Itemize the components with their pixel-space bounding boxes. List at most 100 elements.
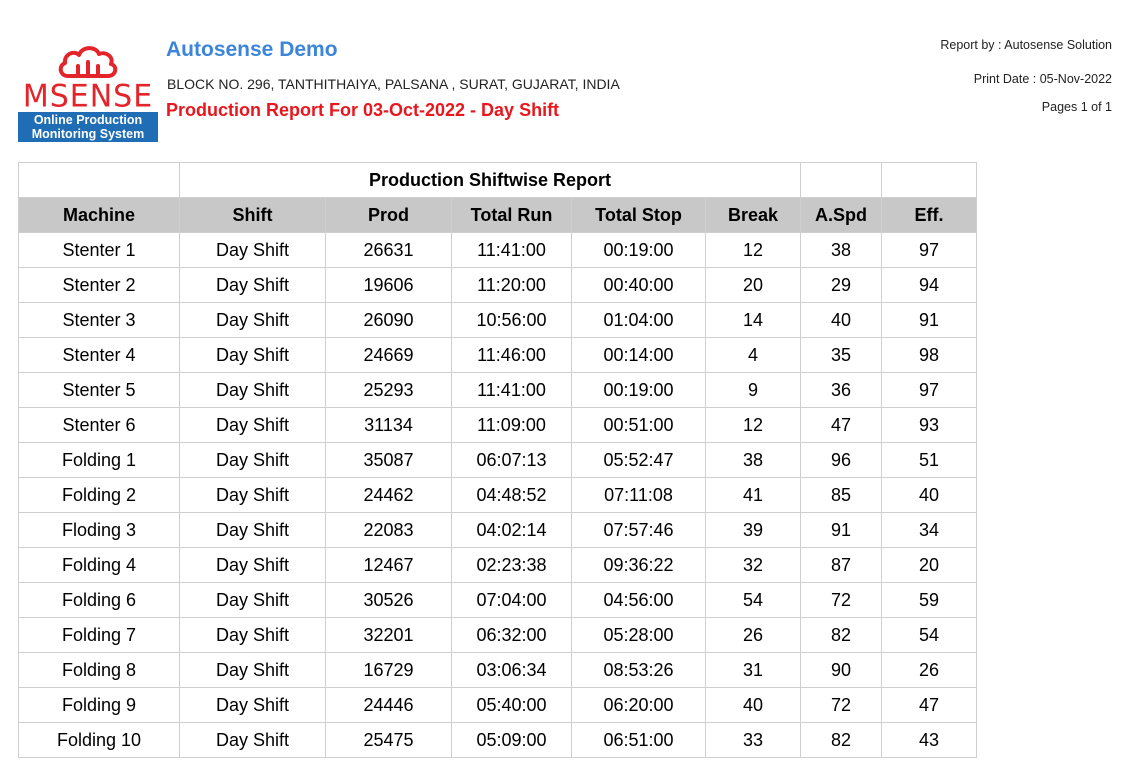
brand-tagline-line1: Online Production <box>33 113 143 127</box>
shift-cell: Day Shift <box>179 372 326 408</box>
break-cell: 14 <box>704 302 802 338</box>
avg-speed-cell: 91 <box>800 512 883 548</box>
total-stop-cell: 09:36:22 <box>571 547 706 583</box>
machine-cell: Stenter 1 <box>18 232 180 268</box>
efficiency-cell: 93 <box>881 407 978 443</box>
shift-cell: Day Shift <box>179 407 326 443</box>
prod-cell: 24669 <box>325 337 452 373</box>
table-row: Folding 10 Day Shift 25475 05:09:00 06:51:00… <box>18 722 978 758</box>
total-stop-cell: 00:40:00 <box>571 267 706 303</box>
machine-cell: Folding 6 <box>18 582 180 618</box>
shift-cell: Day Shift <box>179 302 326 338</box>
prod-cell: 12467 <box>325 547 452 583</box>
break-cell: 40 <box>704 687 802 723</box>
avg-speed-cell: 90 <box>800 652 883 688</box>
efficiency-cell: 34 <box>881 512 978 548</box>
table-row: Folding 4 Day Shift 12467 02:23:38 09:36:22 3… <box>18 547 978 583</box>
prod-cell: 24462 <box>325 477 452 513</box>
total-run-cell: 11:46:00 <box>451 337 572 373</box>
company-name: Autosense Demo <box>166 38 338 61</box>
table-caption: Production Shiftwise Report <box>178 162 802 198</box>
table-row: Stenter 6 Day Shift 31134 11:09:00 00:51:00 1… <box>18 407 978 443</box>
print-date: Print Date : 05-Nov-2022 <box>973 72 1112 86</box>
machine-cell: Stenter 4 <box>18 337 180 373</box>
break-cell: 31 <box>704 652 802 688</box>
column-header-total-run: Total Run <box>451 197 572 233</box>
table-row: Folding 2 Day Shift 24462 04:48:52 07:11:08 4… <box>18 477 978 513</box>
machine-cell: Folding 8 <box>18 652 180 688</box>
prod-cell: 26631 <box>325 232 452 268</box>
break-cell: 26 <box>704 617 802 653</box>
company-logo: MSENSE Online Production Monitoring Syst… <box>16 40 160 144</box>
total-run-cell: 11:09:00 <box>451 407 572 443</box>
table-row: Folding 8 Day Shift 16729 03:06:34 08:53:26 3… <box>18 652 978 688</box>
total-stop-cell: 00:19:00 <box>571 232 706 268</box>
table-row: Folding 7 Day Shift 32201 06:32:00 05:28:00 2… <box>18 617 978 653</box>
company-address: BLOCK NO. 296, TANTHITHAIYA, PALSANA , S… <box>167 76 620 92</box>
prod-cell: 35087 <box>325 442 452 478</box>
machine-cell: Floding 3 <box>18 512 180 548</box>
efficiency-cell: 54 <box>881 617 978 653</box>
column-header-prod: Prod <box>325 197 452 233</box>
machine-cell: Folding 10 <box>18 722 180 758</box>
total-run-cell: 02:23:38 <box>451 547 572 583</box>
machine-cell: Folding 7 <box>18 617 180 653</box>
prod-cell: 26090 <box>325 302 452 338</box>
table-row: Stenter 3 Day Shift 26090 10:56:00 01:04:00 1… <box>18 302 978 338</box>
shift-cell: Day Shift <box>179 722 326 758</box>
total-stop-cell: 00:19:00 <box>571 372 706 408</box>
prod-cell: 25475 <box>325 722 452 758</box>
break-cell: 4 <box>704 337 802 373</box>
efficiency-cell: 94 <box>881 267 978 303</box>
brand-tagline: Online Production Monitoring System <box>18 112 158 142</box>
efficiency-cell: 20 <box>881 547 978 583</box>
table-header-row: Machine Shift Prod Total Run Total Stop … <box>18 197 978 233</box>
break-cell: 41 <box>704 477 802 513</box>
prod-cell: 22083 <box>325 512 452 548</box>
break-cell: 12 <box>704 407 802 443</box>
total-stop-cell: 05:52:47 <box>571 442 706 478</box>
total-stop-cell: 01:04:00 <box>571 302 706 338</box>
prod-cell: 25293 <box>325 372 452 408</box>
machine-cell: Stenter 6 <box>18 407 180 443</box>
total-run-cell: 06:32:00 <box>451 617 572 653</box>
machine-cell: Folding 2 <box>18 477 180 513</box>
table-row: Stenter 1 Day Shift 26631 11:41:00 00:19:00 1… <box>18 232 978 268</box>
shift-cell: Day Shift <box>179 442 326 478</box>
break-cell: 20 <box>704 267 802 303</box>
efficiency-cell: 26 <box>881 652 978 688</box>
efficiency-cell: 40 <box>881 477 978 513</box>
shift-cell: Day Shift <box>179 267 326 303</box>
avg-speed-cell: 35 <box>800 337 883 373</box>
avg-speed-cell: 29 <box>800 267 883 303</box>
total-run-cell: 03:06:34 <box>451 652 572 688</box>
shift-cell: Day Shift <box>179 512 326 548</box>
shift-cell: Day Shift <box>179 547 326 583</box>
total-stop-cell: 05:28:00 <box>571 617 706 653</box>
efficiency-cell: 97 <box>881 232 978 268</box>
total-run-cell: 07:04:00 <box>451 582 572 618</box>
table-row: Folding 9 Day Shift 24446 05:40:00 06:20:00 4… <box>18 687 978 723</box>
break-cell: 32 <box>704 547 802 583</box>
report-by: Report by : Autosense Solution <box>940 38 1112 52</box>
machine-cell: Folding 4 <box>18 547 180 583</box>
efficiency-cell: 43 <box>881 722 978 758</box>
shift-cell: Day Shift <box>179 617 326 653</box>
column-header-efficiency: Eff. <box>881 197 978 233</box>
total-run-cell: 11:41:00 <box>451 372 572 408</box>
break-cell: 9 <box>704 372 802 408</box>
table-row: Folding 1 Day Shift 35087 06:07:13 05:52:47 3… <box>18 442 978 478</box>
machine-cell: Stenter 3 <box>18 302 180 338</box>
avg-speed-cell: 85 <box>800 477 883 513</box>
total-stop-cell: 08:53:26 <box>571 652 706 688</box>
machine-cell: Stenter 5 <box>18 372 180 408</box>
total-stop-cell: 04:56:00 <box>571 582 706 618</box>
total-stop-cell: 06:20:00 <box>571 687 706 723</box>
column-header-total-stop: Total Stop <box>571 197 706 233</box>
brand-tagline-line2: Monitoring System <box>31 127 145 141</box>
page-count: Pages 1 of 1 <box>1041 100 1112 114</box>
total-run-cell: 11:20:00 <box>451 267 572 303</box>
break-cell: 38 <box>704 442 802 478</box>
shift-cell: Day Shift <box>179 337 326 373</box>
prod-cell: 30526 <box>325 582 452 618</box>
